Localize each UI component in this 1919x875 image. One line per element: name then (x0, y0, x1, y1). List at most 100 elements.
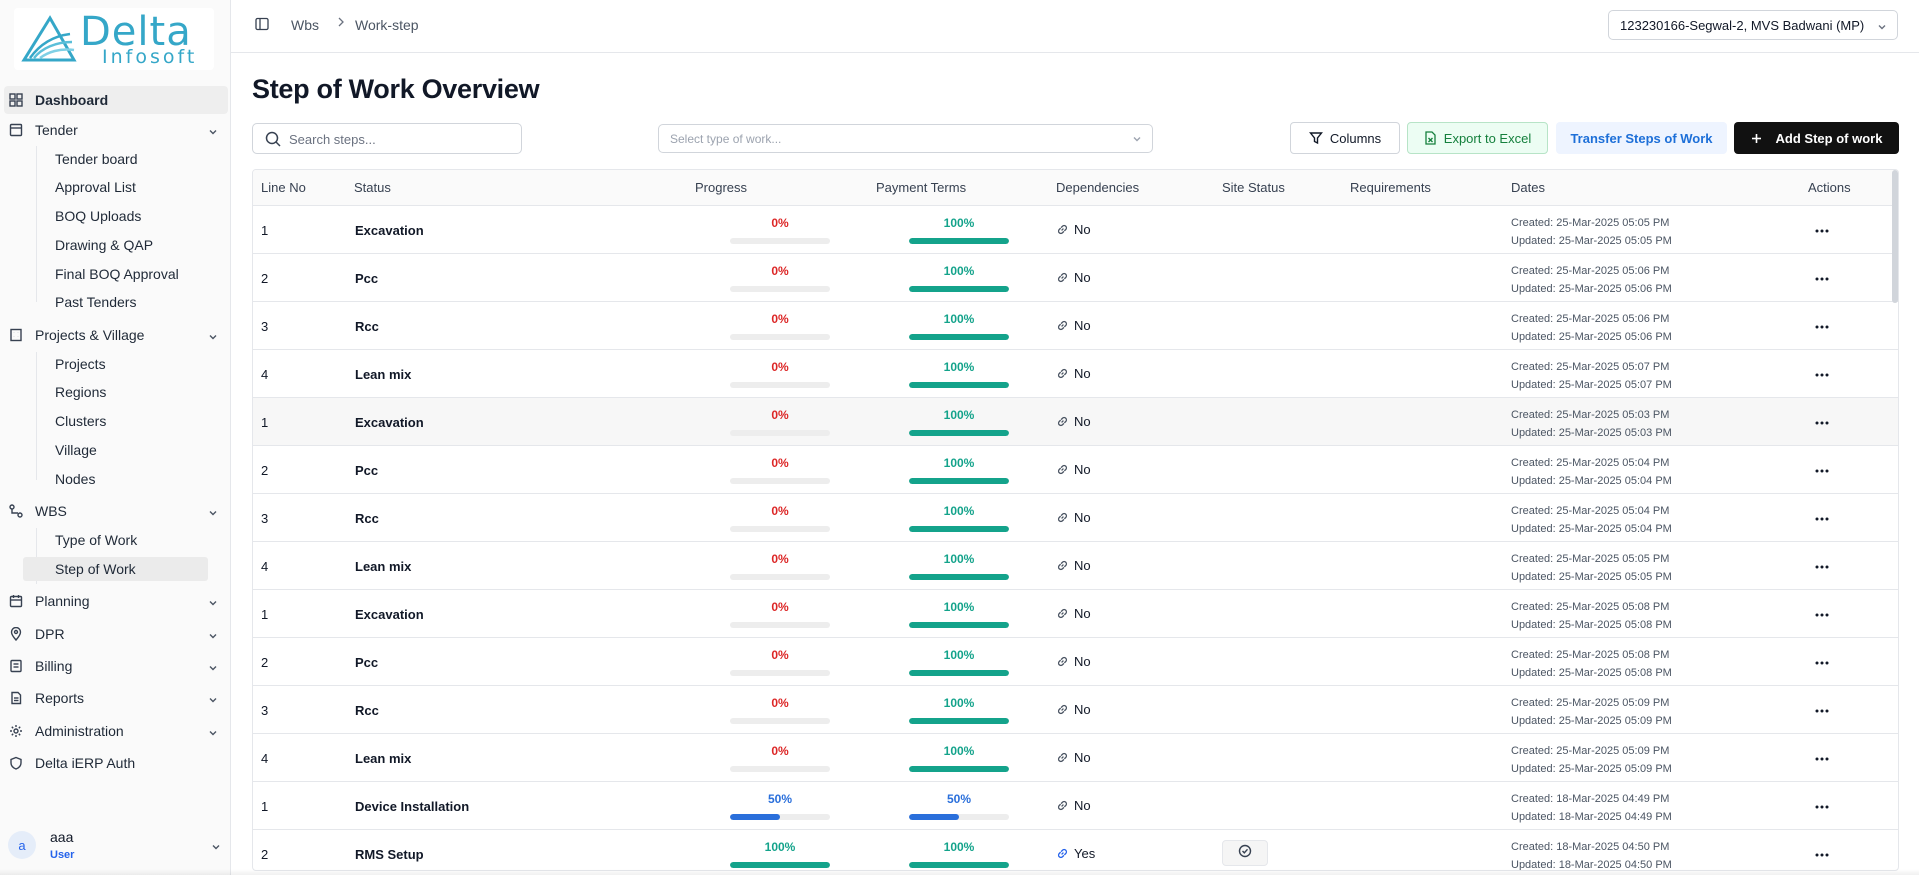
table-row[interactable]: 3 Rcc 0% 100% No Created: 25-Mar-2025 05:04 P… (253, 494, 1898, 542)
table-row[interactable]: 2 RMS Setup 100% 100% Yes Created: 18-Mar-202… (253, 830, 1898, 870)
col-dependencies[interactable]: Dependencies (1056, 180, 1139, 195)
sidebar-subitem-step-of-work[interactable]: Step of Work (23, 557, 208, 581)
dependency[interactable]: No (1056, 414, 1091, 429)
sidebar-subitem-village[interactable]: Village (23, 438, 208, 462)
row-actions-button[interactable] (1810, 748, 1834, 766)
breadcrumb-wbs[interactable]: Wbs (291, 17, 319, 33)
col-progress[interactable]: Progress (695, 180, 747, 195)
sidebar-item-dpr[interactable]: DPR (0, 620, 228, 648)
step-status: Pcc (355, 655, 379, 670)
table-scrollbar[interactable] (1892, 170, 1898, 303)
sidebar-subitem-boq-uploads[interactable]: BOQ Uploads (23, 204, 208, 228)
more-horizontal-icon (1815, 364, 1829, 382)
row-actions-button[interactable] (1810, 412, 1834, 430)
sidebar-item-dashboard[interactable]: Dashboard (4, 86, 228, 114)
table-row[interactable]: 4 Lean mix 0% 100% No Created: 25-Mar-2025 05… (253, 350, 1898, 398)
sidebar-item-administration[interactable]: Administration (0, 717, 228, 745)
row-actions-button[interactable] (1810, 844, 1834, 862)
dependency[interactable]: No (1056, 366, 1091, 381)
table-row[interactable]: 4 Lean mix 0% 100% No Created: 25-Mar-2025 05… (253, 734, 1898, 782)
sidebar-item-delta-ierp-auth[interactable]: Delta iERP Auth (0, 749, 228, 777)
project-select[interactable]: 123230166-Segwal-2, MVS Badwani (MP) (1608, 10, 1898, 40)
col-line-no[interactable]: Line No (261, 180, 306, 195)
row-actions-button[interactable] (1810, 652, 1834, 670)
table-row[interactable]: 3 Rcc 0% 100% No Created: 25-Mar-2025 05:09 P… (253, 686, 1898, 734)
dependency[interactable]: No (1056, 270, 1091, 285)
created-date: Created: 25-Mar-2025 05:09 PM (1511, 745, 1670, 757)
type-of-work-select[interactable]: Select type of work... (658, 124, 1153, 153)
sidebar-item-planning[interactable]: Planning (0, 587, 228, 615)
sidebar-item-tender[interactable]: Tender (0, 116, 228, 144)
progress-percent: 100% (764, 840, 796, 854)
dependency[interactable]: No (1056, 798, 1091, 813)
sidebar-subitem-drawing-qap[interactable]: Drawing & QAP (23, 233, 208, 257)
more-horizontal-icon (1815, 508, 1829, 526)
sidebar-subitem-clusters[interactable]: Clusters (23, 409, 208, 433)
sidebar-subitem-past-tenders[interactable]: Past Tenders (23, 290, 208, 314)
table-row[interactable]: 3 Rcc 0% 100% No Created: 25-Mar-2025 05:06 P… (253, 302, 1898, 350)
table-row[interactable]: 1 Device Installation 50% 50% No Created: 18-… (253, 782, 1898, 830)
row-actions-button[interactable] (1810, 364, 1834, 382)
dependency[interactable]: No (1056, 222, 1091, 237)
table-row[interactable]: 2 Pcc 0% 100% No Created: 25-Mar-2025 05:04 P… (253, 446, 1898, 494)
row-actions-button[interactable] (1810, 604, 1834, 622)
export-excel-button[interactable]: Export to Excel (1407, 122, 1548, 154)
sidebar-toggle-icon[interactable] (255, 17, 269, 36)
row-actions-button[interactable] (1810, 460, 1834, 478)
transfer-steps-button[interactable]: Transfer Steps of Work (1556, 122, 1727, 154)
col-status[interactable]: Status (354, 180, 391, 195)
dependency[interactable]: Yes (1056, 846, 1095, 861)
row-actions-button[interactable] (1810, 220, 1834, 238)
dependency[interactable]: No (1056, 318, 1091, 333)
row-actions-button[interactable] (1810, 268, 1834, 286)
row-actions-button[interactable] (1810, 508, 1834, 526)
table-row[interactable]: 1 Excavation 0% 100% No Created: 25-Mar-2025 … (253, 590, 1898, 638)
dependency[interactable]: No (1056, 750, 1091, 765)
add-step-button[interactable]: Add Step of work (1734, 122, 1899, 154)
sidebar-subitem-approval-list[interactable]: Approval List (23, 175, 208, 199)
row-actions-button[interactable] (1810, 700, 1834, 718)
table-row[interactable]: 2 Pcc 0% 100% No Created: 25-Mar-2025 05:08 P… (253, 638, 1898, 686)
sidebar-subitem-nodes[interactable]: Nodes (23, 467, 208, 491)
row-actions-button[interactable] (1810, 796, 1834, 814)
sidebar-subitem-type-of-work[interactable]: Type of Work (23, 528, 208, 552)
sidebar-subitem-regions[interactable]: Regions (23, 380, 208, 404)
dependency[interactable]: No (1056, 510, 1091, 525)
site-status-button[interactable] (1222, 840, 1268, 866)
dependency[interactable]: No (1056, 606, 1091, 621)
dependency[interactable]: No (1056, 462, 1091, 477)
more-horizontal-icon (1815, 556, 1829, 574)
dependency[interactable]: No (1056, 702, 1091, 717)
link-icon (1056, 367, 1069, 380)
row-actions-button[interactable] (1810, 556, 1834, 574)
brand-logo[interactable]: Delta Infosoft (14, 8, 214, 70)
user-menu[interactable]: a aaa User (0, 817, 231, 875)
updated-date: Updated: 25-Mar-2025 05:03 PM (1511, 427, 1672, 439)
sidebar-subitem-projects[interactable]: Projects (23, 352, 208, 376)
table-row[interactable]: 1 Excavation 0% 100% No Created: 25-Mar-2025 … (253, 206, 1898, 254)
search-box[interactable] (252, 123, 522, 154)
transfer-button-label: Transfer Steps of Work (1570, 130, 1713, 146)
table-row[interactable]: 1 Excavation 0% 100% No Created: 25-Mar-2025 … (253, 398, 1898, 446)
sidebar-subitem-final-boq-approval[interactable]: Final BOQ Approval (23, 262, 208, 286)
payment-bar (909, 574, 1009, 580)
sidebar-item-projects-village[interactable]: Projects & Village (0, 321, 228, 349)
search-input[interactable] (289, 130, 509, 148)
col-payment-terms[interactable]: Payment Terms (876, 180, 966, 195)
sidebar-item-wbs[interactable]: WBS (0, 497, 228, 525)
line-no: 3 (261, 319, 269, 334)
dependency[interactable]: No (1056, 654, 1091, 669)
row-actions-button[interactable] (1810, 316, 1834, 334)
sidebar-item-reports[interactable]: Reports (0, 684, 228, 712)
dependency[interactable]: No (1056, 558, 1091, 573)
col-dates[interactable]: Dates (1511, 180, 1545, 195)
col-site-status[interactable]: Site Status (1222, 180, 1285, 195)
table-row[interactable]: 4 Lean mix 0% 100% No Created: 25-Mar-2025 05… (253, 542, 1898, 590)
col-requirements[interactable]: Requirements (1350, 180, 1431, 195)
sidebar-item-billing[interactable]: Billing (0, 652, 228, 680)
columns-button[interactable]: Columns (1290, 122, 1400, 154)
table-row[interactable]: 2 Pcc 0% 100% No Created: 25-Mar-2025 05:06 P… (253, 254, 1898, 302)
updated-date: Updated: 25-Mar-2025 05:09 PM (1511, 763, 1672, 775)
payment-bar-fill (909, 670, 1009, 676)
sidebar-subitem-tender-board[interactable]: Tender board (23, 147, 208, 171)
